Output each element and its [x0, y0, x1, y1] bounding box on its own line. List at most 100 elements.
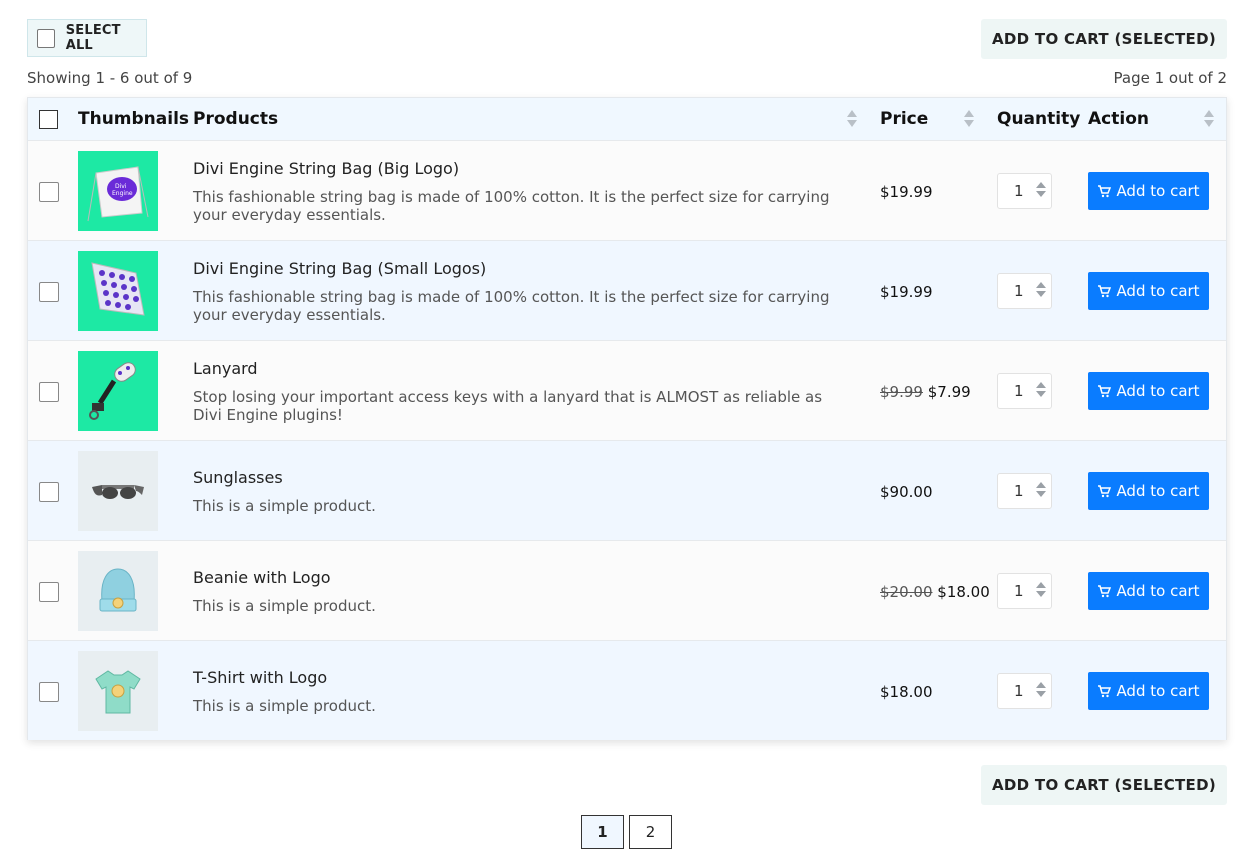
spinner-arrows-icon[interactable] [1036, 482, 1046, 497]
add-to-cart-button[interactable]: Add to cart [1088, 672, 1209, 710]
product-price: $20.00 $18.00 [880, 583, 990, 601]
cart-icon [1098, 384, 1112, 397]
spinner-arrows-icon[interactable] [1036, 382, 1046, 397]
product-name[interactable]: Beanie with Logo [193, 568, 331, 587]
cart-icon [1098, 484, 1112, 497]
select-all-button[interactable]: SELECT ALL [27, 19, 147, 57]
old-price: $9.99 [880, 383, 923, 401]
product-price: $18.00 [880, 683, 933, 701]
product-description: Stop losing your important access keys w… [193, 388, 823, 424]
select-all-label: SELECT ALL [65, 23, 121, 53]
table-row: T-Shirt with Logo This is a simple produ… [28, 640, 1226, 740]
row-checkbox[interactable] [39, 282, 59, 302]
add-to-cart-label: Add to cart [1116, 282, 1200, 300]
add-to-cart-label: Add to cart [1116, 682, 1200, 700]
old-price: $20.00 [880, 583, 933, 601]
header-price[interactable]: Price [880, 109, 928, 129]
spinner-arrows-icon[interactable] [1036, 182, 1046, 197]
product-thumbnail[interactable]: Divi Engine [78, 151, 158, 231]
add-to-cart-selected-button-bottom[interactable]: ADD TO CART (SELECTED) [981, 765, 1227, 805]
select-all-checkbox[interactable] [37, 28, 55, 48]
cart-icon [1098, 684, 1112, 697]
product-name[interactable]: T-Shirt with Logo [193, 668, 327, 687]
add-to-cart-button[interactable]: Add to cart [1088, 472, 1209, 510]
table-row: Divi Engine Divi Engine String Bag (Big … [28, 140, 1226, 240]
table-row: Lanyard Stop losing your important acces… [28, 340, 1226, 440]
cart-icon [1098, 184, 1112, 197]
add-to-cart-button[interactable]: Add to cart [1088, 272, 1209, 310]
product-thumbnail[interactable] [78, 651, 158, 731]
svg-text:Engine: Engine [112, 190, 133, 197]
product-thumbnail[interactable] [78, 551, 158, 631]
quantity-stepper[interactable]: 1 [997, 673, 1052, 709]
cart-icon [1098, 284, 1112, 297]
pagination-page-1[interactable]: 1 [581, 815, 624, 849]
product-name[interactable]: Divi Engine String Bag (Big Logo) [193, 159, 459, 178]
add-to-cart-button[interactable]: Add to cart [1088, 572, 1209, 610]
spinner-arrows-icon[interactable] [1036, 682, 1046, 697]
product-description: This is a simple product. [193, 697, 376, 715]
row-checkbox[interactable] [39, 582, 59, 602]
table-header: Thumbnails Products Price Quantity Actio… [28, 98, 1226, 140]
product-name[interactable]: Divi Engine String Bag (Small Logos) [193, 259, 486, 278]
product-price: $9.99 $7.99 [880, 383, 971, 401]
quantity-value: 1 [1014, 182, 1024, 200]
table-row: Sunglasses This is a simple product. $90… [28, 440, 1226, 540]
product-price: $19.99 [880, 183, 933, 201]
row-checkbox[interactable] [39, 182, 59, 202]
quantity-stepper[interactable]: 1 [997, 173, 1052, 209]
product-description: This fashionable string bag is made of 1… [193, 188, 830, 224]
price-value: $19.99 [880, 283, 933, 301]
quantity-stepper[interactable]: 1 [997, 373, 1052, 409]
add-to-cart-label: Add to cart [1116, 582, 1200, 600]
row-checkbox[interactable] [39, 482, 59, 502]
add-to-cart-button[interactable]: Add to cart [1088, 172, 1209, 210]
product-thumbnail[interactable] [78, 351, 158, 431]
pagination-page-2[interactable]: 2 [629, 815, 672, 849]
price-value: $18.00 [937, 583, 990, 601]
add-to-cart-label: Add to cart [1116, 482, 1200, 500]
quantity-value: 1 [1014, 682, 1024, 700]
price-value: $18.00 [880, 683, 933, 701]
header-products[interactable]: Products [193, 109, 278, 129]
cart-icon [1098, 584, 1112, 597]
product-thumbnail[interactable] [78, 451, 158, 531]
product-thumbnail[interactable] [78, 251, 158, 331]
showing-count: Showing 1 - 6 out of 9 [27, 69, 193, 87]
product-description: This is a simple product. [193, 597, 376, 615]
header-quantity: Quantity [997, 109, 1081, 129]
price-value: $19.99 [880, 183, 933, 201]
sort-arrows-icon[interactable] [847, 110, 857, 127]
table-row: Beanie with Logo This is a simple produc… [28, 540, 1226, 640]
spinner-arrows-icon[interactable] [1036, 582, 1046, 597]
product-price: $19.99 [880, 283, 933, 301]
quantity-stepper[interactable]: 1 [997, 273, 1052, 309]
quantity-value: 1 [1014, 382, 1024, 400]
row-checkbox[interactable] [39, 382, 59, 402]
add-to-cart-label: Add to cart [1116, 382, 1200, 400]
product-description: This fashionable string bag is made of 1… [193, 288, 830, 324]
price-value: $7.99 [927, 383, 971, 401]
quantity-value: 1 [1014, 282, 1024, 300]
row-checkbox[interactable] [39, 682, 59, 702]
svg-text:Divi: Divi [115, 183, 127, 190]
add-to-cart-label: Add to cart [1116, 182, 1200, 200]
quantity-stepper[interactable]: 1 [997, 573, 1052, 609]
quantity-value: 1 [1014, 582, 1024, 600]
header-action: Action [1088, 109, 1149, 129]
page-info: Page 1 out of 2 [1113, 69, 1228, 87]
spinner-arrows-icon[interactable] [1036, 282, 1046, 297]
product-description: This is a simple product. [193, 497, 376, 515]
product-name[interactable]: Lanyard [193, 359, 258, 378]
header-select-checkbox[interactable] [39, 110, 58, 129]
quantity-stepper[interactable]: 1 [997, 473, 1052, 509]
products-table: Thumbnails Products Price Quantity Actio… [27, 97, 1227, 740]
add-to-cart-selected-button-top[interactable]: ADD TO CART (SELECTED) [981, 19, 1227, 59]
add-to-cart-button[interactable]: Add to cart [1088, 372, 1209, 410]
product-name[interactable]: Sunglasses [193, 468, 283, 487]
price-value: $90.00 [880, 483, 933, 501]
sort-arrows-icon[interactable] [964, 110, 974, 127]
header-thumbnails: Thumbnails [78, 109, 190, 129]
table-row: Divi Engine String Bag (Small Logos) Thi… [28, 240, 1226, 340]
sort-arrows-icon[interactable] [1204, 110, 1214, 127]
